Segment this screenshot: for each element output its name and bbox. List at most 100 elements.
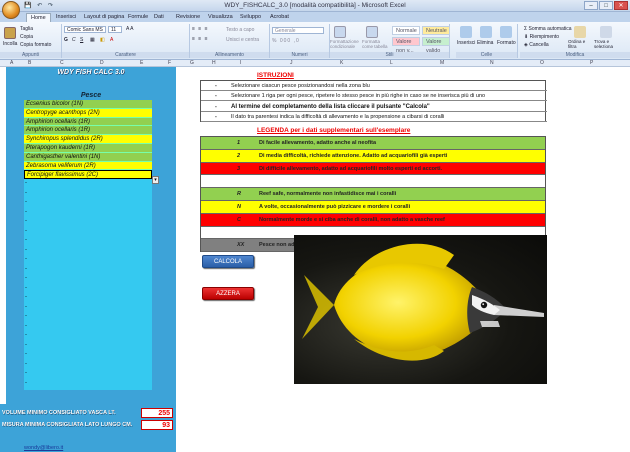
fish-list-empty-row[interactable]: -: [24, 341, 152, 351]
format-painter-button[interactable]: Copia formato: [20, 42, 51, 48]
tab-dati[interactable]: Dati: [150, 13, 168, 22]
font-color-icon[interactable]: A: [110, 37, 113, 43]
column-header[interactable]: K: [340, 60, 343, 67]
italic-button[interactable]: C: [72, 37, 76, 43]
style-valore-non-valido[interactable]: Valore non v...: [392, 37, 420, 54]
insert-cells-icon[interactable]: [460, 26, 472, 38]
close-button[interactable]: ✕: [614, 1, 628, 10]
merge-center-button[interactable]: Unisci e centra: [226, 37, 259, 43]
number-format-select[interactable]: Generale: [272, 27, 324, 34]
fish-list-item[interactable]: Synchiropus splendidus (2R): [24, 135, 152, 144]
fish-list-empty-row[interactable]: -: [24, 274, 152, 284]
column-header[interactable]: F: [168, 60, 171, 67]
style-normale[interactable]: Normale: [392, 26, 420, 35]
fill-button[interactable]: ⬇ Riempimento: [524, 34, 559, 40]
fish-list-empty-row[interactable]: -: [24, 255, 152, 265]
sort-filter-icon[interactable]: [574, 26, 586, 38]
fish-list-empty-row[interactable]: -: [24, 198, 152, 208]
number-format-icons[interactable]: % 000 ,0: [272, 38, 300, 44]
fish-list-empty-row[interactable]: -: [24, 236, 152, 246]
column-header[interactable]: G: [190, 60, 194, 67]
office-button[interactable]: [2, 1, 20, 19]
chevron-down-icon[interactable]: ▾: [152, 176, 159, 184]
fish-list-empty-row[interactable]: -: [24, 227, 152, 237]
column-header[interactable]: B: [28, 60, 31, 67]
vertical-align-icons[interactable]: ≡ ≡ ≡: [192, 26, 209, 32]
format-cells-icon[interactable]: [500, 26, 512, 38]
column-header[interactable]: D: [100, 60, 104, 67]
column-header[interactable]: E: [140, 60, 143, 67]
column-header[interactable]: J: [290, 60, 293, 67]
style-neutrale[interactable]: Neutrale: [422, 26, 450, 35]
fish-list-empty-row[interactable]: -: [24, 265, 152, 275]
azzera-button[interactable]: AZZERA: [202, 287, 254, 300]
fish-list-item[interactable]: Canthigasther valentini (1N): [24, 152, 152, 162]
style-valore-valido[interactable]: Valore valido: [422, 37, 450, 54]
fish-list-empty-row[interactable]: -: [24, 189, 152, 199]
fish-list-item[interactable]: Forcipiger flavissimus (2C): [24, 170, 152, 180]
tab-sviluppo[interactable]: Sviluppo: [236, 13, 265, 22]
fish-list-item[interactable]: Ecsenius bicolor (1N): [24, 100, 152, 109]
minimize-button[interactable]: –: [584, 1, 598, 10]
column-header[interactable]: O: [540, 60, 544, 67]
paste-icon[interactable]: [4, 27, 16, 39]
wrap-text-button[interactable]: Testo a capo: [226, 27, 254, 33]
fish-list-empty-row[interactable]: -: [24, 369, 152, 379]
format-table-button[interactable]: Formatta come tabella: [362, 39, 390, 49]
format-table-icon[interactable]: [366, 26, 378, 38]
borders-icon[interactable]: ▦: [90, 37, 95, 43]
font-size-select[interactable]: 11: [108, 26, 122, 33]
font-name-select[interactable]: Comic Sans MS: [64, 26, 106, 33]
column-header[interactable]: H: [212, 60, 216, 67]
fish-list-empty-row[interactable]: -: [24, 217, 152, 227]
delete-cells-icon[interactable]: [480, 26, 492, 38]
tab-revisione[interactable]: Revisione: [172, 13, 204, 22]
format-cells-button[interactable]: Formato: [497, 40, 516, 46]
insert-cells-button[interactable]: Inserisci: [457, 40, 475, 46]
column-header[interactable]: P: [590, 60, 593, 67]
fish-list-item[interactable]: Amphirion ocellaris (1R): [24, 117, 152, 127]
column-header[interactable]: C: [60, 60, 64, 67]
fish-list-empty-row[interactable]: -: [24, 360, 152, 370]
fish-list-empty-row[interactable]: -: [24, 246, 152, 256]
fill-color-icon[interactable]: ◧: [100, 37, 105, 43]
paste-button[interactable]: Incolla: [3, 41, 17, 47]
autosum-button[interactable]: Σ Somma automatica: [524, 26, 572, 32]
delete-cells-button[interactable]: Elimina: [477, 40, 493, 46]
tab-visualizza[interactable]: Visualizza: [204, 13, 237, 22]
fish-list-empty-row[interactable]: -: [24, 322, 152, 332]
fish-list-empty-row[interactable]: -: [24, 293, 152, 303]
fish-list-empty-row[interactable]: -: [24, 303, 152, 313]
tab-formule[interactable]: Formule: [124, 13, 152, 22]
tab-home[interactable]: Home: [26, 13, 51, 22]
conditional-format-icon[interactable]: [334, 26, 346, 38]
fish-list-empty-row[interactable]: -: [24, 179, 152, 189]
cut-button[interactable]: Taglia: [20, 26, 33, 32]
bold-button[interactable]: G: [64, 37, 68, 43]
conditional-format-button[interactable]: Formattazione condizionale: [330, 39, 360, 49]
fish-list-item[interactable]: Amphirion ocellaris (1R): [24, 126, 152, 136]
maximize-button[interactable]: □: [599, 1, 613, 10]
fish-list-item[interactable]: Centropyge acanthops (2N): [24, 108, 152, 118]
underline-button[interactable]: S: [80, 37, 83, 43]
clear-button[interactable]: ◈ Cancella: [524, 42, 549, 48]
horizontal-align-icons[interactable]: ≡ ≡ ≡: [192, 36, 209, 42]
fish-list-empty-row[interactable]: -: [24, 284, 152, 294]
fish-list-empty-row[interactable]: -: [24, 312, 152, 322]
column-header[interactable]: L: [390, 60, 393, 67]
fish-list-item[interactable]: Zebrasoma veliferum (2R): [24, 161, 152, 171]
fish-list-empty-row[interactable]: -: [24, 331, 152, 341]
tab-inserisci[interactable]: Inserisci: [52, 13, 80, 22]
fish-list-empty-row[interactable]: -: [24, 208, 152, 218]
fish-list-item[interactable]: Pterapogon kauderni (1R): [24, 143, 152, 153]
copy-button[interactable]: Copia: [20, 34, 33, 40]
column-header[interactable]: N: [490, 60, 494, 67]
column-header[interactable]: I: [240, 60, 241, 67]
email-link[interactable]: wondy@libero.it: [24, 445, 63, 451]
font-grow-icon[interactable]: A A: [126, 26, 134, 32]
calcola-button[interactable]: CALCOLA: [202, 255, 254, 268]
fish-list-empty-row[interactable]: -: [24, 379, 152, 389]
column-header[interactable]: A: [10, 60, 13, 67]
tab-acrobat[interactable]: Acrobat: [266, 13, 293, 22]
fish-list-empty-row[interactable]: -: [24, 350, 152, 360]
